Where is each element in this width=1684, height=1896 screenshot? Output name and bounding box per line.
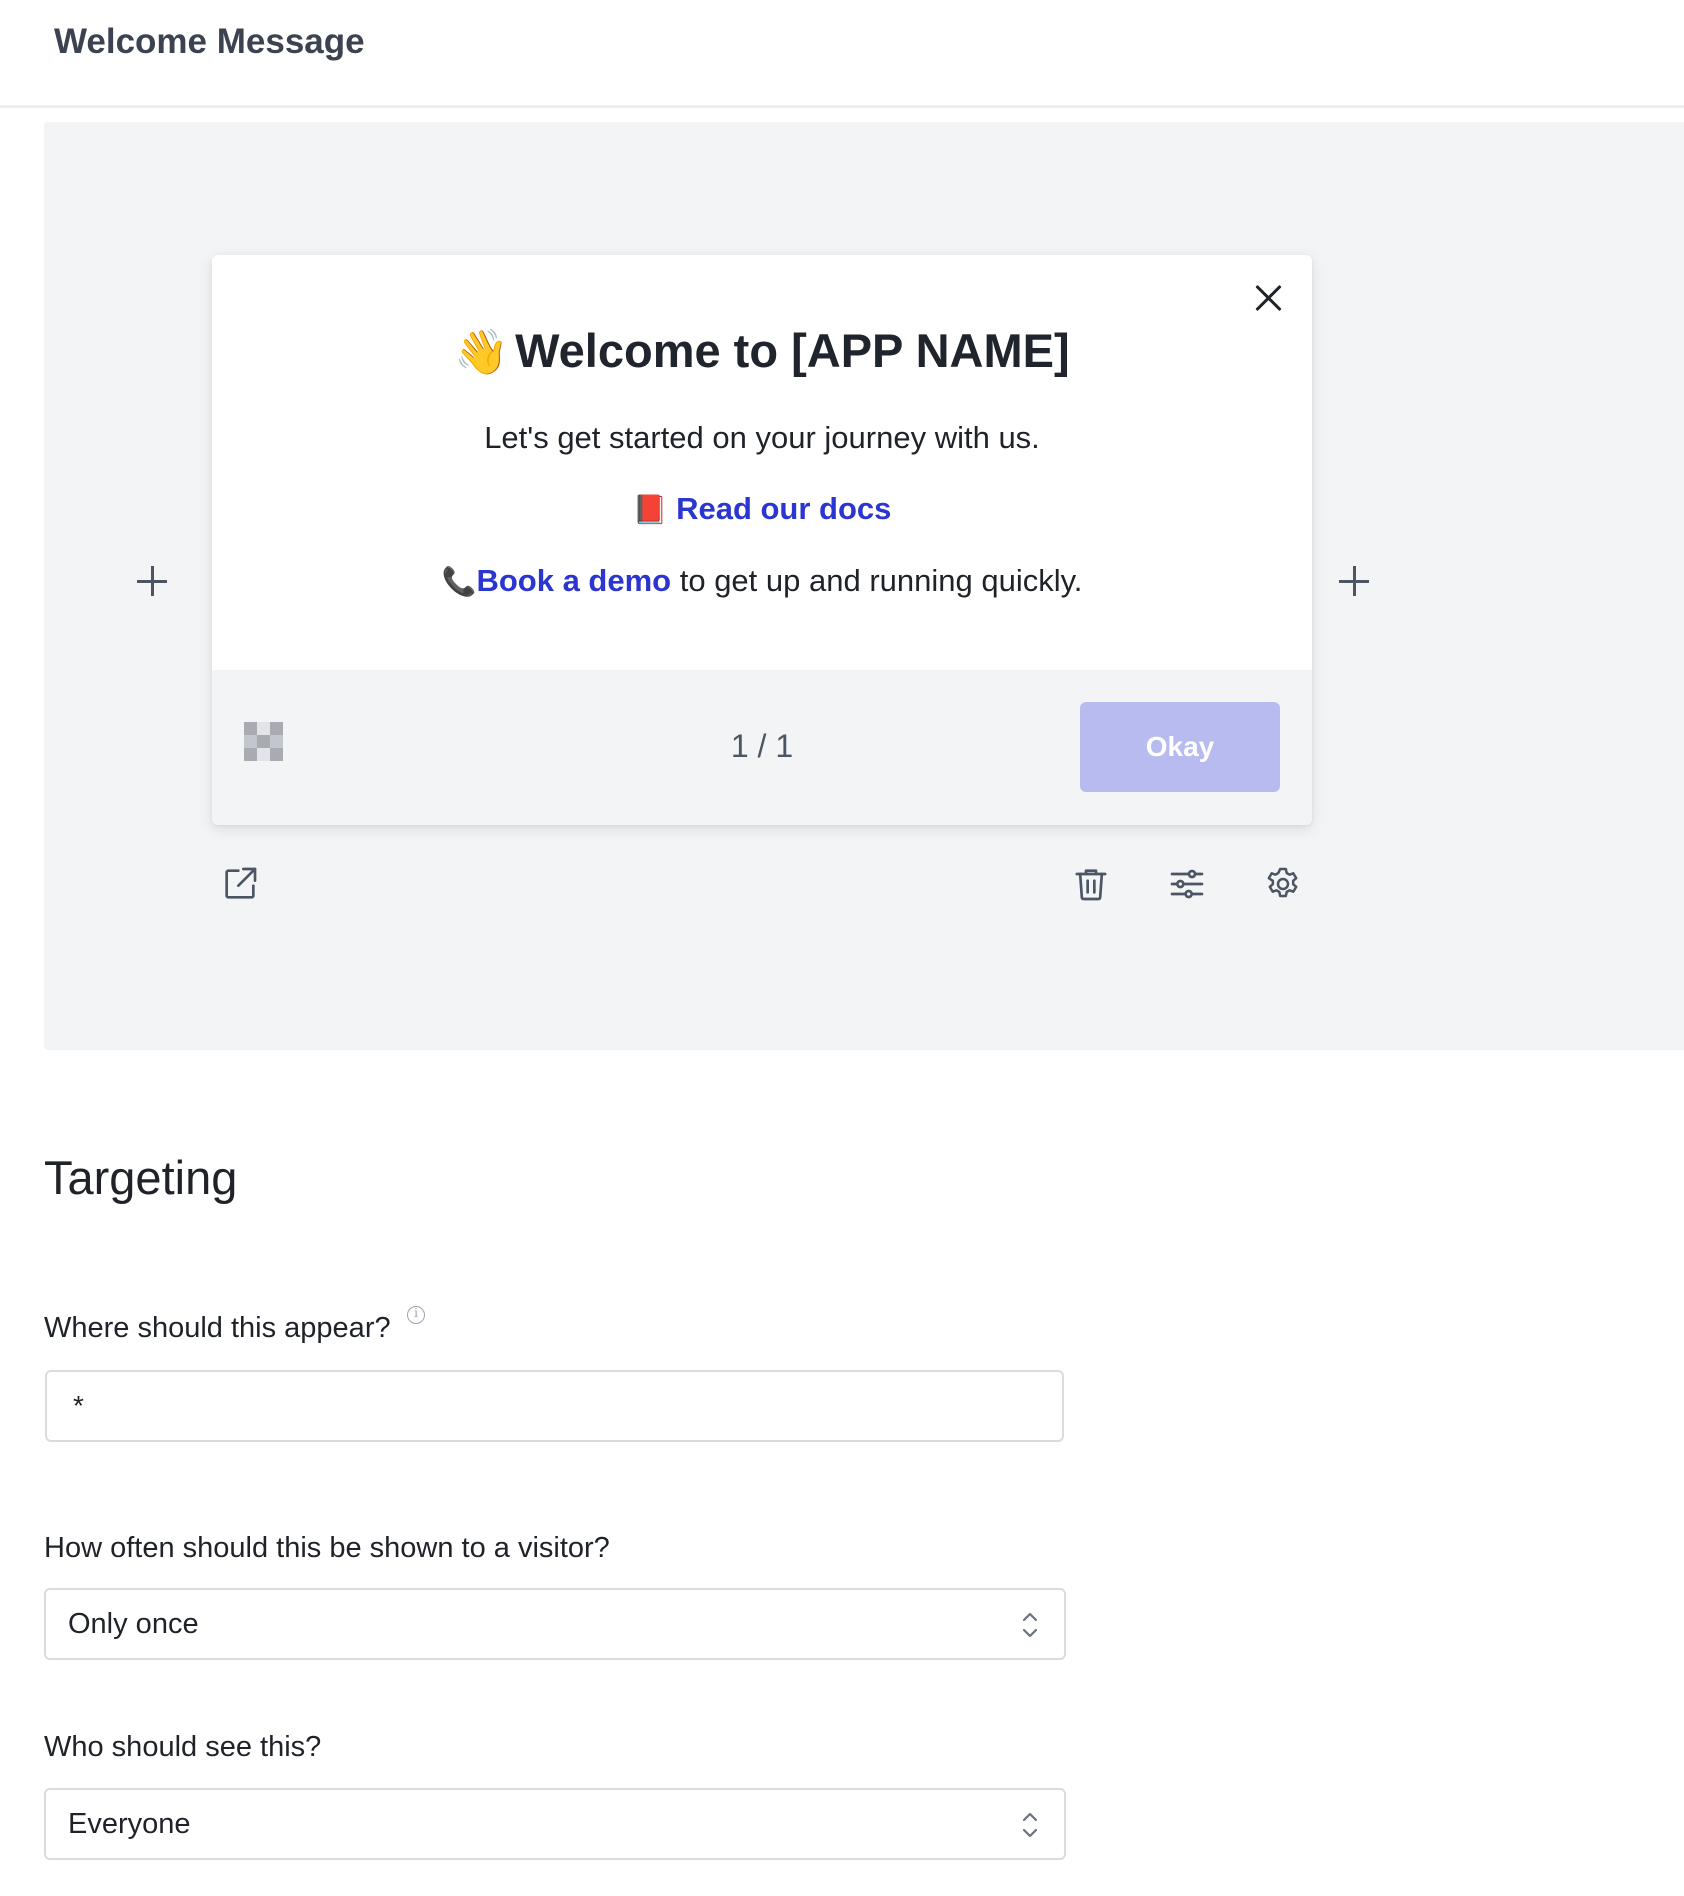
who-select[interactable]: Everyone: [44, 1788, 1066, 1860]
demo-line: 📞Book a demo to get up and running quick…: [212, 563, 1312, 599]
modal-intro: Let's get started on your journey with u…: [484, 420, 1040, 455]
modal-heading: 👋 Welcome to [APP NAME]: [212, 323, 1312, 378]
book-demo-link[interactable]: Book a demo: [476, 563, 671, 598]
how-often-value: Only once: [68, 1608, 199, 1640]
modal-heading-text: Welcome to [APP NAME]: [515, 324, 1070, 377]
book-icon: 📕: [632, 494, 668, 525]
external-edit-icon[interactable]: [220, 864, 260, 904]
modal-footer: 1 / 1 Okay: [212, 670, 1312, 825]
welcome-modal-preview: 👋 Welcome to [APP NAME] Let's get started…: [212, 255, 1312, 825]
targeting-section-title: Targeting: [44, 1151, 238, 1204]
page-title: Welcome Message: [54, 22, 365, 61]
read-docs-link[interactable]: Read our docs: [676, 491, 891, 526]
docs-line: 📕 Read our docs: [212, 491, 1312, 527]
who-label: Who should see this?: [44, 1731, 322, 1763]
info-icon[interactable]: [407, 1306, 425, 1324]
waving-hand-icon: 👋: [454, 328, 510, 377]
where-input-value: *: [73, 1390, 84, 1421]
chevron-up-down-icon: [1022, 1612, 1038, 1638]
sliders-icon[interactable]: [1167, 864, 1207, 904]
how-often-label: How often should this be shown to a visi…: [44, 1532, 610, 1564]
trash-icon[interactable]: [1071, 864, 1111, 904]
phone-icon: 📞: [441, 566, 477, 597]
where-input[interactable]: *: [45, 1370, 1064, 1442]
demo-line-suffix: to get up and running quickly.: [671, 563, 1083, 598]
gear-icon[interactable]: [1263, 864, 1303, 904]
add-step-after-icon[interactable]: [1339, 566, 1369, 596]
add-step-before-icon[interactable]: [137, 566, 167, 596]
top-bar: Welcome Message: [0, 0, 1684, 108]
how-often-select[interactable]: Only once: [44, 1588, 1066, 1660]
okay-button[interactable]: Okay: [1080, 702, 1280, 792]
close-icon[interactable]: [1254, 283, 1284, 313]
where-label: Where should this appear?: [44, 1312, 391, 1344]
chevron-up-down-icon: [1022, 1812, 1038, 1838]
who-value: Everyone: [68, 1808, 191, 1840]
